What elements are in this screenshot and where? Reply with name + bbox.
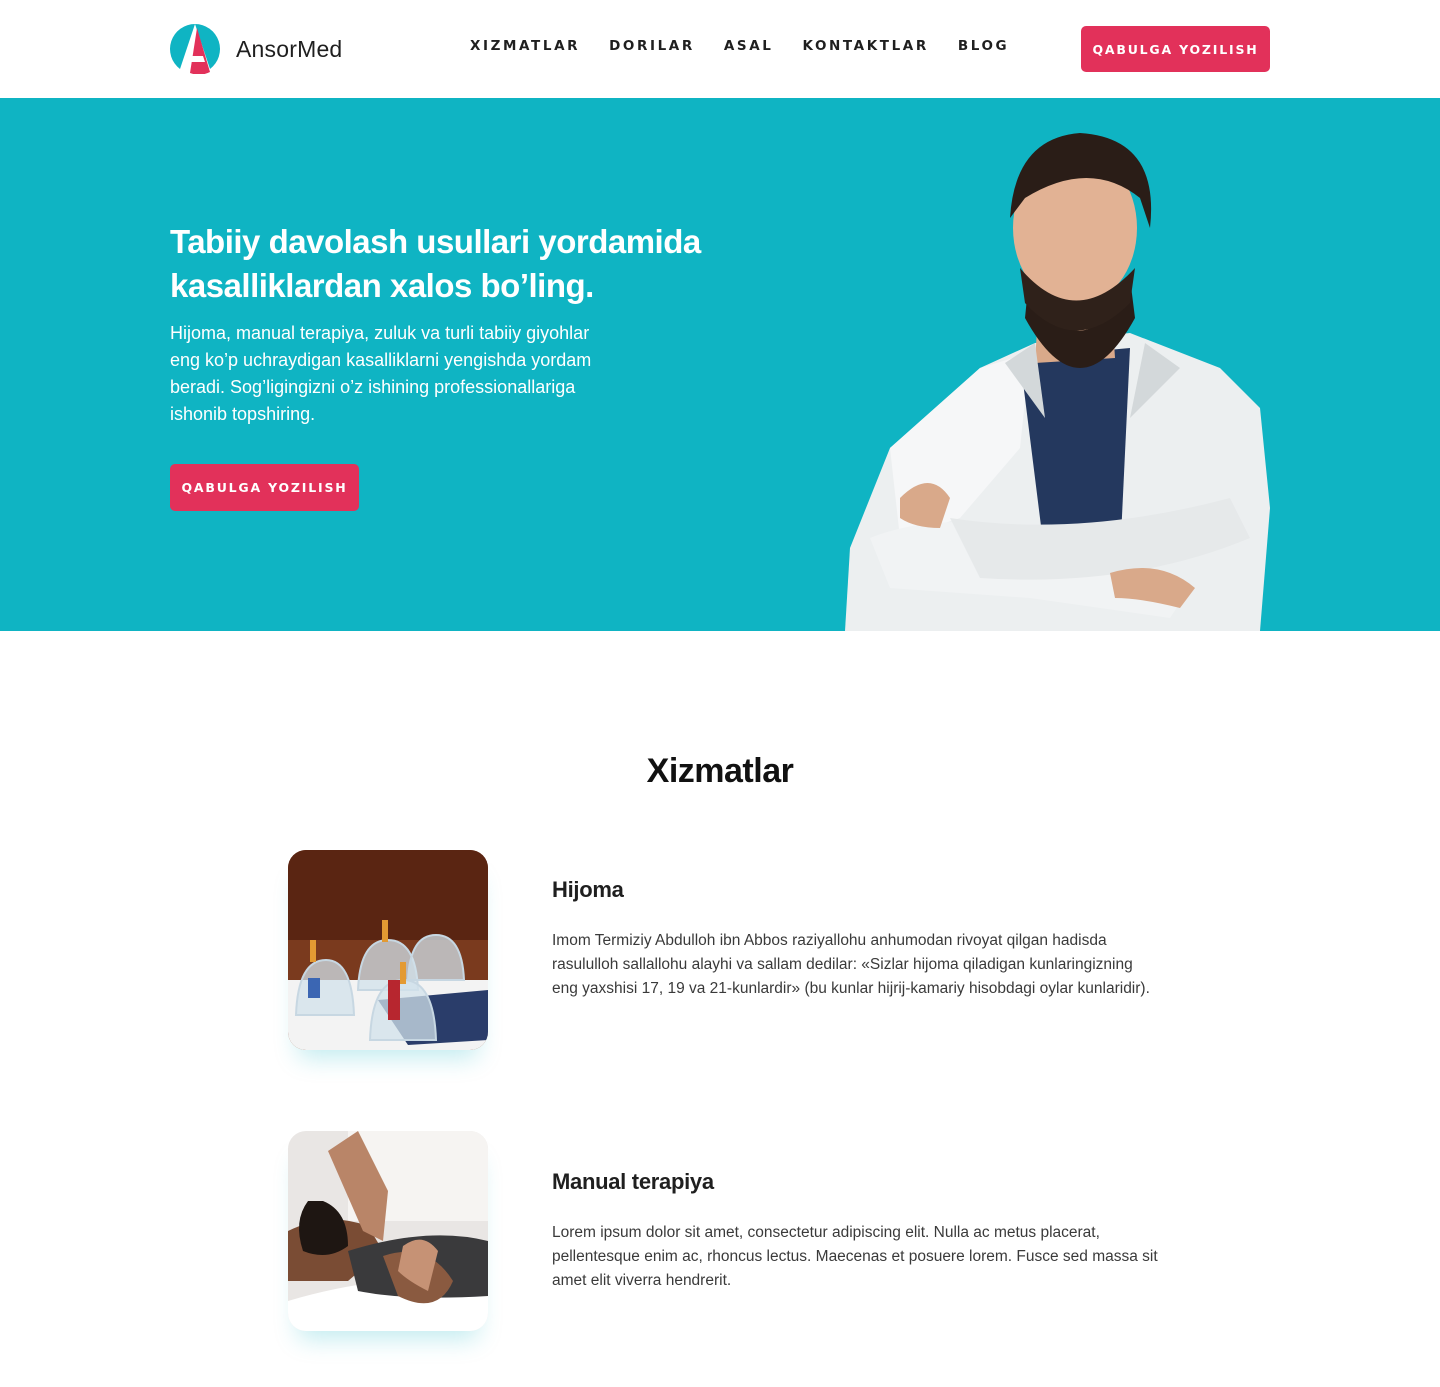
hero-title: Tabiiy davolash usullari yordamida kasal… [170, 223, 701, 304]
cupping-photo [288, 850, 488, 1050]
site-header: AnsorMed XIZMATLAR DORILAR ASAL KONTAKTL… [0, 0, 1440, 98]
logo[interactable]: AnsorMed [170, 24, 342, 74]
nav-item-xizmatlar[interactable]: XIZMATLAR [470, 38, 580, 54]
hero-section: Tabiiy davolash usullari yordamida kasal… [0, 98, 1440, 631]
service-title-manual-terapiya: Manual terapiya [552, 1169, 714, 1194]
service-text-manual-terapiya: Lorem ipsum dolor sit amet, consectetur … [552, 1224, 1158, 1289]
service-title-hijoma: Hijoma [552, 877, 624, 902]
nav-item-dorilar[interactable]: DORILAR [609, 38, 695, 54]
manual-therapy-image [288, 1131, 488, 1331]
doctor-photo [845, 133, 1270, 631]
nav-item-asal[interactable]: ASAL [724, 38, 774, 54]
massage-photo [288, 1131, 488, 1331]
nav-item-blog[interactable]: BLOG [958, 38, 1009, 54]
hero-appointment-button[interactable]: QABULGA YOZILISH [170, 464, 359, 511]
hero-text: Hijoma, manual terapiya, zuluk va turli … [170, 323, 592, 424]
hijoma-image [288, 850, 488, 1050]
brand-name: AnsorMed [236, 35, 343, 62]
nav-item-kontaktlar[interactable]: KONTAKTLAR [802, 38, 928, 54]
logo-icon [170, 24, 220, 74]
service-text-hijoma: Imom Termiziy Abdulloh ibn Abbos raziyal… [552, 932, 1150, 997]
main-nav: XIZMATLAR DORILAR ASAL KONTAKTLAR BLOG [470, 38, 1038, 54]
services-title: Xizmatlar [646, 752, 794, 790]
header-appointment-button[interactable]: QABULGA YOZILISH [1081, 26, 1270, 72]
